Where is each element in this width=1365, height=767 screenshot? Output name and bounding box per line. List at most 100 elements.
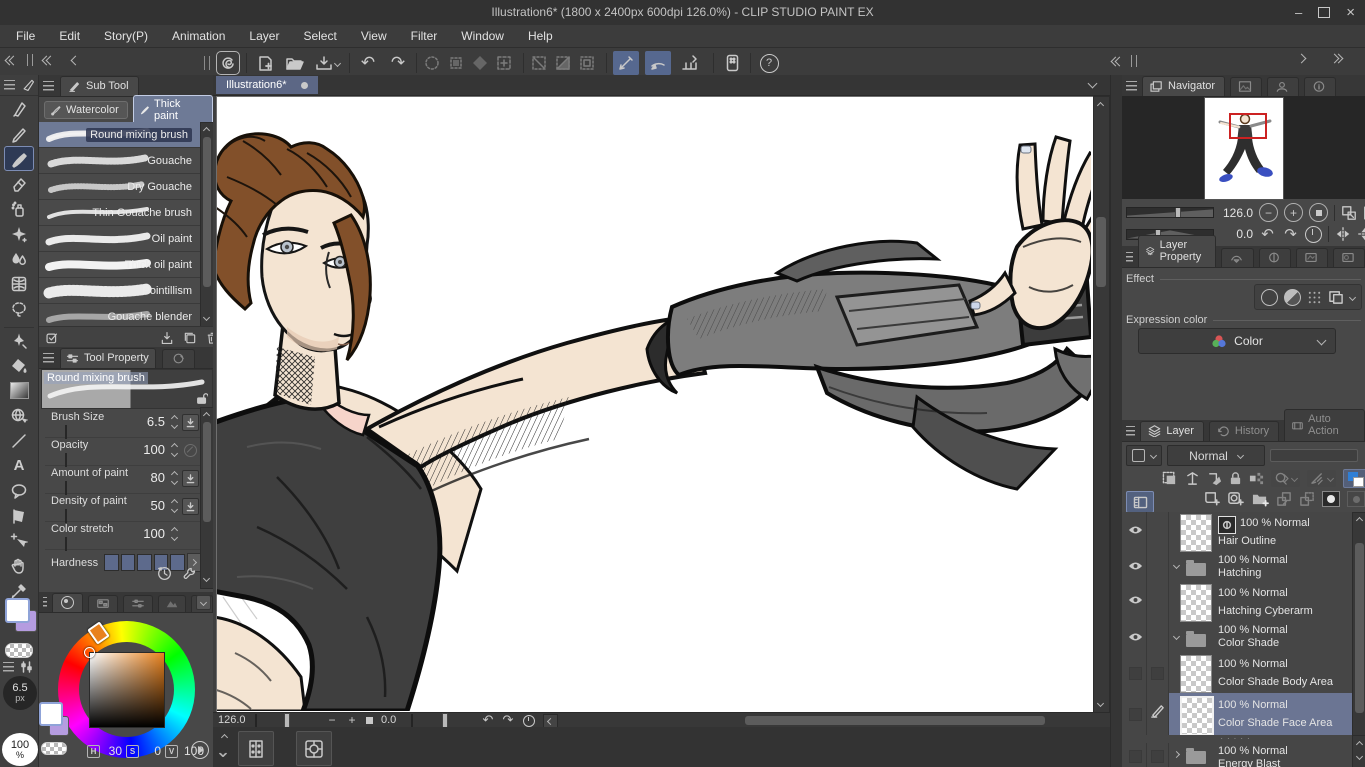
tool-decoration[interactable] [0,221,38,246]
menu-animation[interactable]: Animation [160,25,237,47]
mini-transparent-swatch[interactable] [41,742,67,755]
new-layer-settings-icon[interactable] [1227,491,1244,507]
show-palette-dock-button[interactable] [1126,491,1154,513]
document-tab[interactable]: Illustration6* [216,76,318,94]
tool-hand[interactable] [0,553,38,578]
tool-fill[interactable] [0,353,38,378]
light-table-button[interactable] [296,731,332,766]
merge-down-icon[interactable] [1299,491,1315,507]
brush-item[interactable]: Round mixing brush [39,122,200,148]
right-dock-collapse-icon[interactable] [1112,58,1123,65]
restore-defaults-icon[interactable] [157,566,172,581]
dock-grip[interactable] [27,54,33,66]
navigator-zoom-value[interactable]: 126.0 [1220,206,1253,220]
rotate-left-button[interactable]: ↶ [1259,225,1276,243]
tool-blend[interactable] [0,246,38,271]
lock-transparent-pixels-icon[interactable] [1249,471,1264,486]
rotate-right-button[interactable]: ↷ [1282,225,1299,243]
expression-color-dropdown[interactable]: Color [1138,328,1336,354]
tool-eraser[interactable] [0,171,38,196]
navigator-rotate-value[interactable]: 0.0 [1220,227,1253,241]
palette-color-combo[interactable] [1126,445,1162,466]
layer-row[interactable]: 100 % Normal Hatching Cyberarm [1122,582,1352,623]
hardness-level[interactable] [121,554,135,571]
canvas-zoom-value[interactable]: 126.0 [218,714,246,726]
material-panel-icon[interactable] [720,54,744,72]
layer-name[interactable]: Color Shade [1218,637,1279,649]
navigator-view-rect[interactable] [1229,113,1267,139]
color-stretch-slider[interactable] [65,537,67,551]
layer-name[interactable]: Color Shade Face Area [1218,717,1332,729]
tab-thick-paint[interactable]: Thick paint [133,95,213,125]
rotate-cw-icon[interactable]: ↷ [501,712,515,728]
flip-horizontal-icon[interactable] [1335,226,1351,242]
tool-brush[interactable] [4,146,34,171]
tool-pencil[interactable] [0,121,38,146]
tool-property-scrollbar[interactable] [200,407,214,589]
tool-operation-3d[interactable] [0,403,38,428]
menu-window[interactable]: Window [449,25,516,47]
size-palette-menu-icon[interactable] [3,662,14,672]
layer-folder-row[interactable]: 100 % Normal Energy Blast [1122,743,1352,767]
help-icon[interactable]: ? [757,54,781,73]
value-stepper[interactable] [172,444,177,456]
layer-panel-menu-icon[interactable] [1126,426,1135,436]
menu-layer[interactable]: Layer [237,25,291,47]
tool-auto-select[interactable] [0,328,38,353]
snap-to-grid-icon[interactable] [677,51,703,75]
minimize-button[interactable]: – [1295,5,1302,20]
layer-visible-icon[interactable] [1128,595,1143,608]
canvas-hscrollbar-thumb[interactable] [745,716,1045,725]
tab-auto-action[interactable]: Auto Action [1284,409,1365,441]
layer-name[interactable]: Color Shade Body Area [1218,676,1333,688]
layer-list-scrollbar[interactable] [1352,512,1365,737]
subtool-check-icon[interactable] [45,331,60,345]
layer-color-combo[interactable] [1343,469,1365,488]
tool-palette-menu-icon[interactable] [4,80,15,90]
tool-line[interactable] [0,428,38,453]
layer-property-menu-icon[interactable] [1126,252,1133,262]
layer-edit-box[interactable] [1151,667,1164,680]
tab-watercolor[interactable]: Watercolor [44,101,128,119]
tab-tool-property[interactable]: Tool Property [60,348,156,368]
sub-tool-menu-icon[interactable] [43,81,54,91]
layer-list-divider[interactable]: ····· [1122,735,1352,743]
layer-row[interactable]: 100 % Normal Hair Outline [1122,512,1352,553]
canvas-vscrollbar[interactable] [1093,96,1110,714]
canvas-zoom-slider[interactable] [255,714,257,728]
menu-help[interactable]: Help [516,25,565,47]
layer-folder-row[interactable]: 100 % Normal Color Shade [1122,622,1352,654]
dynamics-button[interactable] [182,414,199,431]
layer-visible-icon[interactable] [1128,561,1143,574]
lock-layer-icon[interactable] [1229,471,1242,486]
opacity-slider[interactable] [65,453,67,467]
sv-picker-cursor[interactable] [84,647,95,658]
brush-item[interactable]: Gouache blender [39,304,200,326]
value-stepper[interactable] [172,416,177,428]
dynamics-button[interactable] [182,498,199,515]
tab-layer-searcher[interactable] [1221,248,1254,267]
tab-tool-navigation[interactable] [1259,248,1291,267]
tab-layer-property[interactable]: Layer Property [1138,235,1216,267]
clip-studio-logo[interactable] [216,51,240,75]
brush-item[interactable]: Dry Gouache [39,174,200,200]
layer-hidden-box[interactable] [1129,708,1142,721]
create-layer-mask-icon[interactable] [1322,491,1340,507]
effect-tone-icon[interactable] [1284,289,1301,306]
canvas-rotate-value[interactable]: 0.0 [381,714,396,726]
tool-figure[interactable] [0,271,38,296]
value-stepper[interactable] [172,472,177,484]
tab-stroke[interactable] [1296,248,1328,267]
color-panel-menu-icon[interactable] [43,597,47,607]
effect-expand-icon[interactable] [1349,293,1356,300]
tab-approximate-color[interactable] [158,595,186,612]
flip-vertical-icon[interactable] [1357,226,1365,242]
mini-swatch-white[interactable] [39,702,63,726]
navigator-zoom-slider[interactable] [1126,207,1214,218]
layer-hidden-box[interactable] [1129,750,1142,763]
tab-color-slider[interactable] [123,595,153,612]
zoom-out-button[interactable]: − [1259,203,1278,222]
tool-text[interactable]: A [0,453,38,478]
layer-thumbnail[interactable] [1180,696,1214,736]
folder-expanded-icon[interactable] [1173,633,1180,640]
